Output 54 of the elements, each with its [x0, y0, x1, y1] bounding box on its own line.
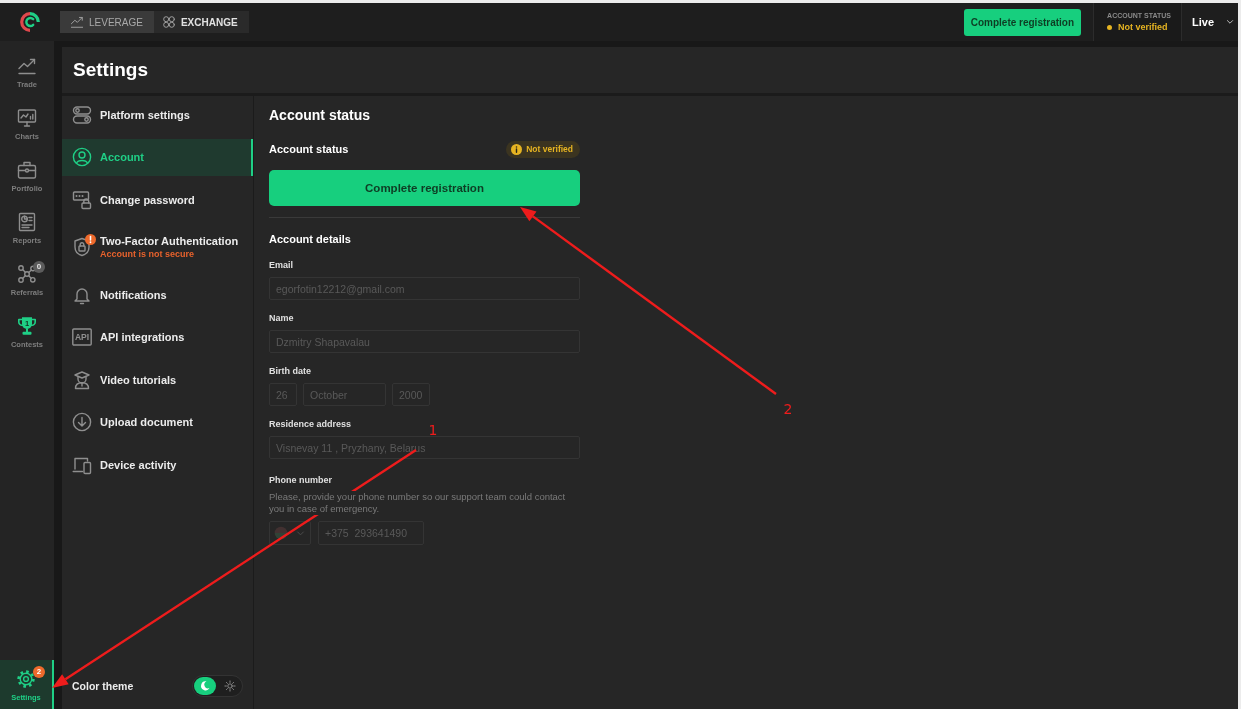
page-title: Settings — [73, 59, 148, 81]
section-title: Account status — [269, 106, 372, 124]
settings-menu-item[interactable]: Change password — [62, 181, 253, 218]
briefcase-icon — [17, 160, 37, 180]
logo-icon — [20, 12, 40, 32]
field-label: Email — [269, 259, 294, 271]
section-heading: Account details — [269, 232, 352, 247]
settings-menu-item[interactable]: Platform settings — [62, 96, 253, 133]
toggles-icon — [72, 104, 92, 125]
settings-menu-item[interactable]: API API integrations — [62, 318, 253, 356]
account-status-value: Not verified — [1118, 22, 1168, 32]
status-text: Not verified — [526, 144, 573, 154]
field-label: Phone number — [269, 474, 333, 486]
security-warning-text: Account is not secure — [100, 249, 196, 259]
settings-menu-item[interactable]: Device activity — [62, 446, 253, 483]
mode-tab[interactable]: LEVERAGE — [60, 11, 154, 33]
annotation-number: 1 — [428, 422, 438, 438]
settings-menu-item[interactable]: Video tutorials — [62, 361, 253, 398]
status-dot-icon — [1107, 24, 1113, 30]
complete-registration-button[interactable]: Complete registration — [269, 170, 580, 206]
trend-line-icon — [70, 15, 84, 29]
settings-menu-item[interactable]: Account — [62, 138, 253, 176]
complete-registration-button[interactable]: Complete registration — [963, 8, 1082, 36]
user-circle-icon — [72, 147, 92, 167]
monitor-chart-icon — [17, 108, 37, 128]
color-theme-label: Color theme — [72, 680, 134, 692]
info-icon — [511, 143, 523, 155]
settings-menu-item[interactable]: Upload document — [62, 403, 253, 441]
flag-icon — [274, 526, 288, 540]
report-icon — [17, 212, 37, 232]
mode-tab[interactable]: EXCHANGE — [153, 11, 249, 33]
moon-icon — [199, 680, 211, 692]
count-badge: 2 — [33, 666, 45, 678]
settings-menu-item[interactable]: Notifications — [62, 276, 253, 313]
api-icon: API — [72, 327, 92, 347]
settings-menu-item[interactable]: Two-Factor Authentication Account is not secure — [62, 223, 253, 271]
chevron-down-icon — [1226, 18, 1234, 26]
shield-lock-icon — [72, 237, 92, 257]
gear-icon — [16, 669, 36, 689]
circles-icon — [161, 15, 176, 29]
field-label: Name — [269, 312, 295, 324]
annotation-number: 2 — [783, 401, 793, 417]
field-label: Birth date — [269, 365, 312, 377]
graduate-icon — [72, 369, 92, 390]
account-mode-dropdown[interactable]: Live — [1182, 3, 1238, 41]
trend-chart-icon — [17, 56, 37, 76]
network-icon — [17, 264, 37, 284]
password-lock-icon — [72, 189, 92, 210]
chevron-down-icon — [296, 528, 305, 538]
count-badge: 0 — [33, 261, 45, 273]
status-heading: Account status — [269, 142, 349, 157]
theme-option[interactable] — [194, 677, 216, 695]
sun-icon — [224, 680, 236, 692]
down-arrow-circle-icon — [72, 412, 92, 432]
